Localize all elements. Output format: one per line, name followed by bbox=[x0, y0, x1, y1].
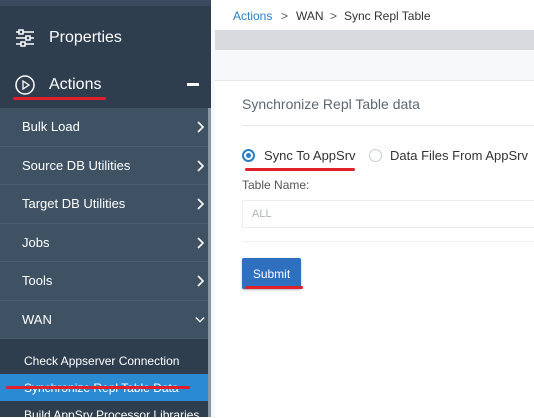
sidebar-properties[interactable]: Properties bbox=[0, 18, 211, 58]
breadcrumb-current: Sync Repl Table bbox=[344, 9, 431, 23]
annotation-underline-sync-item bbox=[6, 386, 190, 389]
sidebar-subitem-label: Check Appserver Connection bbox=[24, 353, 180, 368]
sidebar-item-label: Target DB Utilities bbox=[22, 196, 126, 212]
radio-data-files-from-appsrv[interactable] bbox=[369, 149, 382, 162]
divider bbox=[242, 241, 534, 242]
chevron-right-icon bbox=[197, 198, 205, 210]
radio-sync-to-appsrv-label[interactable]: Sync To AppSrv bbox=[264, 148, 356, 163]
sidebar-subitem-label: Build AppSrv Processor Libraries bbox=[24, 407, 200, 418]
chevron-right-icon bbox=[197, 275, 205, 287]
breadcrumb: Actions > WAN > Sync Repl Table bbox=[211, 0, 534, 30]
sidebar-menu: Bulk Load Source DB Utilities Target DB … bbox=[0, 108, 211, 417]
properties-label: Properties bbox=[49, 29, 122, 46]
minus-icon[interactable] bbox=[187, 83, 199, 86]
sidebar-item-source-db-utilities[interactable]: Source DB Utilities bbox=[0, 146, 211, 185]
annotation-underline-radio bbox=[245, 168, 355, 171]
sidebar-item-label: WAN bbox=[22, 311, 52, 327]
breadcrumb-wan-link[interactable]: WAN bbox=[296, 9, 324, 23]
sidebar-item-label: Jobs bbox=[22, 234, 50, 250]
annotation-underline-submit bbox=[245, 286, 303, 289]
sidebar: Properties Actions Bulk Load Source DB U… bbox=[0, 0, 211, 417]
sidebar-item-target-db-utilities[interactable]: Target DB Utilities bbox=[0, 185, 211, 224]
radio-sync-to-appsrv[interactable] bbox=[242, 149, 255, 162]
chevron-right-icon bbox=[197, 236, 205, 249]
chevron-right-icon bbox=[197, 121, 205, 133]
sidebar-item-tools[interactable]: Tools bbox=[0, 262, 211, 301]
sidebar-subitem-check-appserver-connection[interactable]: Check Appserver Connection bbox=[0, 347, 211, 374]
submit-button[interactable]: Submit bbox=[242, 258, 301, 289]
chevron-down-icon bbox=[195, 316, 205, 323]
radio-data-files-from-appsrv-label[interactable]: Data Files From AppSrv bbox=[390, 148, 528, 163]
sidebar-item-wan[interactable]: WAN bbox=[0, 300, 211, 339]
sidebar-item-label: Bulk Load bbox=[22, 119, 80, 135]
table-name-label: Table Name: bbox=[242, 178, 310, 192]
form-panel: Synchronize Repl Table data Sync To AppS… bbox=[215, 80, 534, 418]
sidebar-item-label: Source DB Utilities bbox=[22, 157, 131, 173]
table-name-input[interactable]: ALL bbox=[242, 200, 534, 228]
breadcrumb-separator: > bbox=[281, 9, 289, 23]
sidebar-subitem-build-appsrv-processor-libraries[interactable]: Build AppSrv Processor Libraries bbox=[0, 401, 211, 417]
sidebar-item-jobs[interactable]: Jobs bbox=[0, 223, 211, 262]
sidebar-top-strip bbox=[0, 0, 211, 6]
sidebar-item-label: Tools bbox=[22, 273, 53, 289]
divider bbox=[242, 125, 534, 126]
annotation-underline-actions bbox=[13, 97, 106, 100]
form-title: Synchronize Repl Table data bbox=[242, 96, 420, 112]
sliders-icon bbox=[16, 29, 34, 47]
chevron-right-icon bbox=[197, 159, 205, 172]
play-circle-icon bbox=[15, 75, 35, 95]
table-name-value: ALL bbox=[252, 208, 272, 220]
breadcrumb-actions-link[interactable]: Actions bbox=[233, 9, 272, 23]
breadcrumb-separator: > bbox=[330, 9, 338, 23]
sidebar-item-bulk-load[interactable]: Bulk Load bbox=[0, 108, 211, 147]
main-content: Actions > WAN > Sync Repl Table Synchron… bbox=[211, 0, 534, 418]
actions-label: Actions bbox=[49, 76, 102, 93]
toolbar-bar bbox=[215, 30, 534, 50]
